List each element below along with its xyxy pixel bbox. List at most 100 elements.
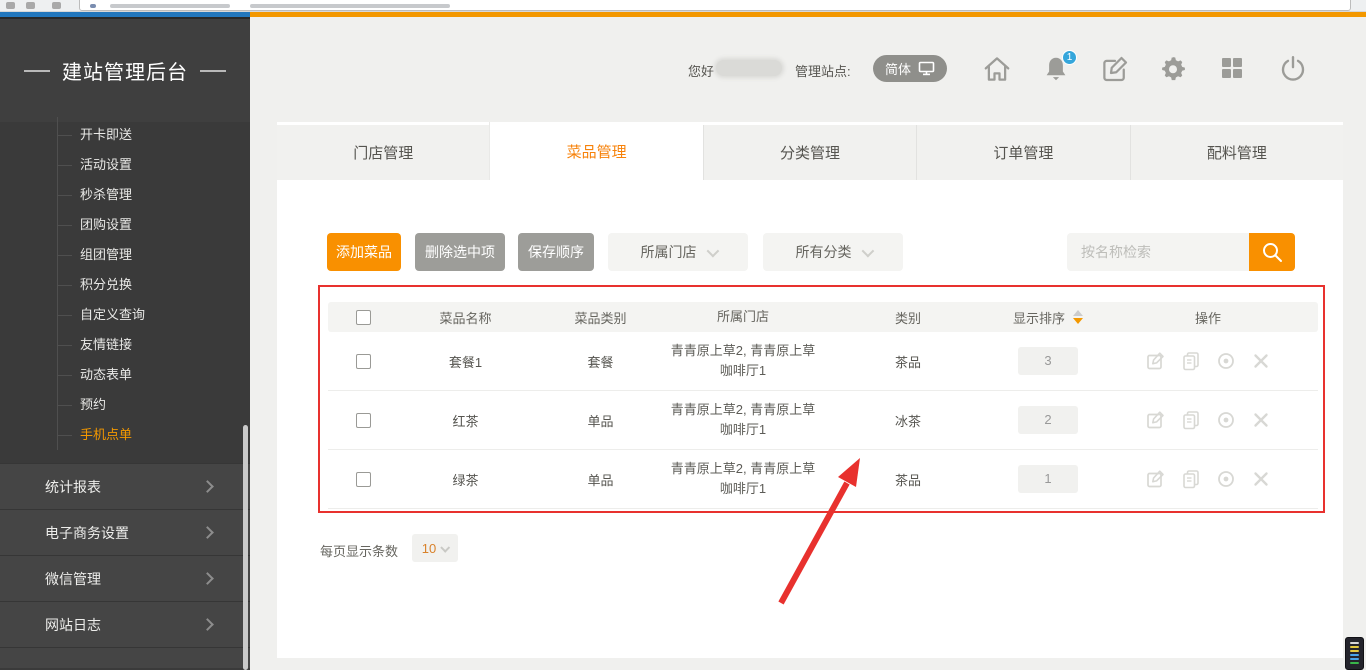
sidebar-item-youqing[interactable]: 友情链接 — [0, 330, 250, 360]
chevron-right-icon — [201, 572, 214, 585]
col-header-store: 所属门店 — [668, 307, 818, 327]
search-button[interactable] — [1249, 233, 1295, 271]
search-input[interactable] — [1067, 233, 1249, 271]
order-input[interactable]: 3 — [1018, 347, 1078, 375]
sidebar-item-jifen[interactable]: 积分兑换 — [0, 270, 250, 300]
sidebar-item-yuyue[interactable]: 预约 — [0, 390, 250, 420]
order-input[interactable]: 1 — [1018, 465, 1078, 493]
url-fragment — [250, 4, 450, 8]
monitor-icon — [918, 61, 935, 76]
category-filter-label: 所有分类 — [796, 242, 852, 262]
sidebar-group-dianzishangwu[interactable]: 电子商务设置 — [0, 509, 250, 555]
sidebar-group-partial — [0, 647, 250, 668]
sidebar-item-miaosha[interactable]: 秒杀管理 — [0, 180, 250, 210]
sidebar-title: 建站管理后台 — [62, 56, 188, 85]
tab-label: 菜品管理 — [567, 141, 627, 162]
edit-icon[interactable] — [1146, 469, 1166, 489]
delete-selected-button[interactable]: 删除选中项 — [415, 233, 505, 271]
gear-icon[interactable] — [1158, 54, 1188, 84]
browser-refresh-icon[interactable] — [52, 2, 61, 9]
delete-x-icon[interactable] — [1251, 469, 1271, 489]
preview-eye-icon[interactable] — [1216, 410, 1236, 430]
row-checkbox[interactable] — [356, 472, 371, 487]
chevron-right-icon — [201, 526, 214, 539]
tab-ingredient-management[interactable]: 配料管理 — [1130, 125, 1343, 180]
title-dash-right — [200, 70, 226, 72]
sort-toggle[interactable] — [1073, 310, 1083, 324]
tab-dish-management[interactable]: 菜品管理 — [489, 122, 702, 180]
table-row: 红茶 单品 青青原上草2, 青青原上草咖啡厅1 冰茶 2 — [328, 391, 1318, 450]
sort-desc-icon — [1073, 318, 1083, 324]
order-input[interactable]: 2 — [1018, 406, 1078, 434]
tab-label: 配料管理 — [1207, 142, 1267, 163]
preview-eye-icon[interactable] — [1216, 351, 1236, 371]
cell-store: 青青原上草2, 青青原上草咖啡厅1 — [668, 459, 818, 499]
col-header-actions: 操作 — [1098, 308, 1318, 327]
cell-category: 冰茶 — [818, 411, 998, 430]
cell-dish-name: 绿茶 — [398, 470, 533, 489]
select-all-checkbox[interactable] — [356, 310, 371, 325]
save-order-button[interactable]: 保存顺序 — [518, 233, 594, 271]
compose-icon[interactable] — [1100, 54, 1130, 84]
preview-eye-icon[interactable] — [1216, 469, 1236, 489]
row-checkbox[interactable] — [356, 354, 371, 369]
sidebar-item-tuangou[interactable]: 团购设置 — [0, 210, 250, 240]
table-header-row: 菜品名称 菜品类别 所属门店 类别 显示排序 操作 — [328, 302, 1318, 332]
cell-store: 青青原上草2, 青青原上草咖啡厅1 — [668, 400, 818, 440]
notification-badge: 1 — [1062, 50, 1077, 65]
language-button[interactable]: 简体 — [873, 55, 947, 82]
col-header-type: 菜品类别 — [533, 308, 668, 327]
sidebar-groups: 统计报表 电子商务设置 微信管理 网站日志 — [0, 463, 250, 668]
sidebar-group-tongji[interactable]: 统计报表 — [0, 463, 250, 509]
sidebar-header: 建站管理后台 — [0, 19, 250, 122]
tab-order-management[interactable]: 订单管理 — [916, 125, 1129, 180]
sidebar-item-kaika[interactable]: 开卡即送 — [0, 120, 250, 150]
capture-widget[interactable] — [1345, 637, 1364, 670]
col-header-category: 类别 — [818, 308, 998, 327]
browser-back-icon[interactable] — [6, 2, 15, 9]
copy-icon[interactable] — [1181, 469, 1201, 489]
delete-x-icon[interactable] — [1251, 351, 1271, 371]
sort-asc-icon — [1073, 310, 1083, 316]
delete-x-icon[interactable] — [1251, 410, 1271, 430]
col-header-name: 菜品名称 — [398, 308, 533, 327]
sidebar-group-rizhi[interactable]: 网站日志 — [0, 601, 250, 647]
cell-dish-name: 红茶 — [398, 411, 533, 430]
copy-icon[interactable] — [1181, 351, 1201, 371]
sidebar-item-zutuan[interactable]: 组团管理 — [0, 240, 250, 270]
chevron-down-icon — [440, 542, 450, 552]
sidebar-item-huodong[interactable]: 活动设置 — [0, 150, 250, 180]
edit-icon[interactable] — [1146, 351, 1166, 371]
tab-bar: 门店管理 菜品管理 分类管理 订单管理 配料管理 — [277, 122, 1343, 180]
add-dish-button[interactable]: 添加菜品 — [327, 233, 401, 271]
browser-forward-icon[interactable] — [26, 2, 35, 9]
power-icon[interactable] — [1278, 54, 1308, 84]
sidebar-scrollbar[interactable] — [243, 425, 248, 670]
sidebar-item-dongtai[interactable]: 动态表单 — [0, 360, 250, 390]
url-fragment — [110, 4, 230, 8]
copy-icon[interactable] — [1181, 410, 1201, 430]
cell-dish-type: 单品 — [533, 470, 668, 489]
tab-category-management[interactable]: 分类管理 — [703, 125, 916, 180]
home-icon[interactable] — [982, 54, 1012, 84]
chevron-down-icon — [706, 244, 719, 257]
sidebar-submenu: 开卡即送 活动设置 秒杀管理 团购设置 组团管理 积分兑换 自定义查询 友情链接… — [0, 120, 250, 450]
category-filter-dropdown[interactable]: 所有分类 — [763, 233, 903, 271]
edit-icon[interactable] — [1146, 410, 1166, 430]
language-label: 简体 — [885, 59, 911, 78]
sidebar-group-weixin[interactable]: 微信管理 — [0, 555, 250, 601]
store-filter-dropdown[interactable]: 所属门店 — [608, 233, 748, 271]
sidebar-item-zidingyi[interactable]: 自定义查询 — [0, 300, 250, 330]
per-page-label: 每页显示条数 — [320, 541, 398, 560]
page: 建站管理后台 开卡即送 活动设置 秒杀管理 团购设置 组团管理 积分兑换 自定义… — [0, 0, 1366, 670]
sidebar: 建站管理后台 开卡即送 活动设置 秒杀管理 团购设置 组团管理 积分兑换 自定义… — [0, 17, 250, 670]
per-page-select[interactable]: 10 — [412, 534, 458, 562]
sidebar-item-shouji-diandan-active[interactable]: 手机点单 — [0, 420, 250, 450]
row-checkbox[interactable] — [356, 413, 371, 428]
table-row: 绿茶 单品 青青原上草2, 青青原上草咖啡厅1 茶品 1 — [328, 450, 1318, 509]
chevron-right-icon — [201, 480, 214, 493]
apps-grid-icon[interactable] — [1220, 56, 1244, 80]
cell-dish-type: 套餐 — [533, 352, 668, 371]
chevron-down-icon — [861, 244, 874, 257]
tab-store-management[interactable]: 门店管理 — [277, 125, 489, 180]
